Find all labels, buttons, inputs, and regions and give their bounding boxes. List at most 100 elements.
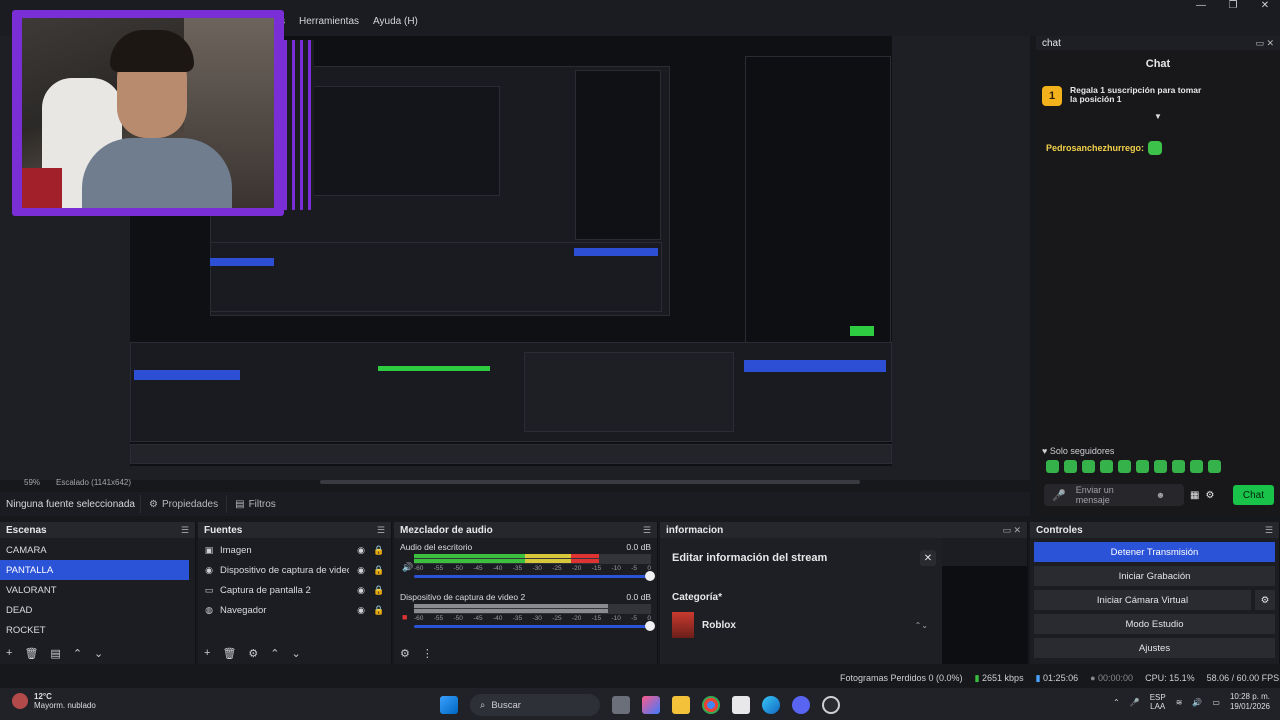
scene-item-camara[interactable]: CAMARA bbox=[0, 540, 195, 560]
virtual-camera-gear-icon[interactable]: ⚙ bbox=[1255, 590, 1275, 610]
more-options-icon[interactable]: ⋮ bbox=[422, 647, 433, 660]
move-down-icon[interactable]: ⌄ bbox=[94, 647, 103, 660]
stop-streaming-button[interactable]: Detener Transmisión bbox=[1034, 542, 1275, 562]
emote-icon[interactable] bbox=[1172, 460, 1185, 473]
muted-speaker-icon[interactable]: ■ bbox=[402, 612, 407, 622]
source-item-navegador[interactable]: ◍ Navegador ◉ 🔒 bbox=[198, 600, 391, 620]
start-virtual-camera-button[interactable]: Iniciar Cámara Virtual bbox=[1034, 590, 1251, 610]
dock-menu-icon[interactable]: ☰ bbox=[377, 525, 385, 536]
chevron-up-icon[interactable]: ⌃ bbox=[1113, 698, 1120, 707]
remove-scene-icon[interactable]: 🗑 bbox=[24, 647, 38, 660]
language-indicator[interactable]: ESP LAA bbox=[1150, 693, 1166, 711]
visibility-eye-icon[interactable]: ◉ bbox=[355, 545, 367, 556]
scene-item-rocket[interactable]: ROCKET bbox=[0, 620, 195, 640]
dock-controls-icon[interactable]: ▭ ✕ bbox=[1255, 38, 1274, 49]
emote-icon[interactable] bbox=[1118, 460, 1131, 473]
search-icon: ⌕ bbox=[480, 699, 486, 711]
emoji-icon[interactable]: ☻ bbox=[1156, 490, 1165, 500]
volume-slider[interactable] bbox=[414, 571, 655, 581]
preview-stop-button bbox=[744, 360, 886, 372]
scene-item-valorant[interactable]: VALORANT bbox=[0, 580, 195, 600]
add-source-icon[interactable]: + bbox=[204, 647, 210, 659]
chrome-icon[interactable] bbox=[702, 696, 720, 714]
source-item-capture-device[interactable]: ◉ Dispositivo de captura de video 2 ◉ 🔒 bbox=[198, 560, 391, 580]
close-window-button[interactable]: ✕ bbox=[1258, 0, 1272, 14]
volume-slider[interactable] bbox=[414, 621, 655, 631]
close-icon[interactable]: ✕ bbox=[920, 550, 936, 566]
visibility-eye-icon[interactable]: ◉ bbox=[355, 565, 367, 576]
dock-menu-icon[interactable]: ☰ bbox=[181, 525, 189, 536]
speaker-icon[interactable]: 🔊 bbox=[402, 562, 413, 573]
scene-filters-icon[interactable]: ▤ bbox=[50, 647, 60, 660]
dock-menu-icon[interactable]: ☰ bbox=[643, 525, 651, 536]
slider-knob[interactable] bbox=[645, 621, 655, 631]
file-explorer-icon[interactable] bbox=[672, 696, 690, 714]
lock-icon[interactable]: 🔒 bbox=[373, 585, 385, 596]
chat-message-input[interactable]: 🎤 Enviar un mensaje ☻ bbox=[1044, 484, 1184, 506]
move-down-icon[interactable]: ⌄ bbox=[292, 647, 301, 660]
weather-widget[interactable]: 12°C Mayorm. nublado bbox=[12, 692, 96, 710]
mixer-settings-icon[interactable]: ⚙ bbox=[400, 647, 410, 660]
copilot-icon[interactable] bbox=[642, 696, 660, 714]
battery-icon[interactable]: ▭ bbox=[1212, 698, 1220, 707]
chat-username[interactable]: Pedrosanchezhurrego: bbox=[1046, 143, 1144, 153]
menu-item-herramientas[interactable]: Herramientas bbox=[299, 16, 359, 32]
microphone-icon[interactable]: 🎤 bbox=[1130, 698, 1140, 707]
chat-send-button[interactable]: Chat bbox=[1232, 485, 1274, 505]
add-scene-icon[interactable]: + bbox=[6, 647, 12, 659]
emote-icon[interactable] bbox=[1208, 460, 1221, 473]
edge-icon[interactable] bbox=[762, 696, 780, 714]
emote-icon[interactable] bbox=[1154, 460, 1167, 473]
volume-icon[interactable]: 🔊 bbox=[1192, 698, 1202, 707]
taskbar-search[interactable]: ⌕ Buscar bbox=[470, 694, 600, 716]
lock-icon[interactable]: 🔒 bbox=[373, 545, 385, 556]
emote-icon[interactable] bbox=[1082, 460, 1095, 473]
minimize-button[interactable]: — bbox=[1194, 0, 1208, 14]
scene-item-pantalla[interactable]: PANTALLA bbox=[0, 560, 189, 580]
store-icon[interactable] bbox=[732, 696, 750, 714]
remove-source-icon[interactable]: 🗑 bbox=[222, 647, 236, 660]
maximize-button[interactable]: ❐ bbox=[1226, 0, 1240, 14]
wifi-icon[interactable]: ≋ bbox=[1176, 698, 1183, 707]
emote-icon[interactable] bbox=[1190, 460, 1203, 473]
emote-icon[interactable] bbox=[1046, 460, 1059, 473]
preview-meter bbox=[378, 366, 490, 371]
obs-icon[interactable] bbox=[822, 696, 840, 714]
microphone-icon[interactable]: 🎤 bbox=[1052, 489, 1066, 502]
visibility-eye-icon[interactable]: ◉ bbox=[355, 585, 367, 596]
discord-icon[interactable] bbox=[792, 696, 810, 714]
source-item-display-capture[interactable]: ▭ Captura de pantalla 2 ◉ 🔒 bbox=[198, 580, 391, 600]
mini-chat-send bbox=[850, 326, 874, 336]
source-item-imagen[interactable]: ▣ Imagen ◉ 🔒 bbox=[198, 540, 391, 560]
visibility-eye-icon[interactable]: ◉ bbox=[355, 605, 367, 616]
lock-icon[interactable]: 🔒 bbox=[373, 565, 385, 576]
studio-mode-button[interactable]: Modo Estudio bbox=[1034, 614, 1275, 634]
menu-item-ayuda[interactable]: Ayuda (H) bbox=[373, 16, 418, 32]
properties-button[interactable]: ⚙ Propiedades bbox=[140, 495, 226, 513]
emote-icon[interactable] bbox=[1136, 460, 1149, 473]
emote-icon[interactable] bbox=[1100, 460, 1113, 473]
dock-menu-icon[interactable]: ☰ bbox=[1265, 525, 1273, 536]
start-recording-button[interactable]: Iniciar Grabación bbox=[1034, 566, 1275, 586]
dock-controls-icon[interactable]: ▭ ✕ bbox=[1002, 525, 1021, 536]
move-up-icon[interactable]: ⌃ bbox=[270, 647, 279, 660]
slider-knob[interactable] bbox=[645, 571, 655, 581]
move-up-icon[interactable]: ⌃ bbox=[73, 647, 82, 660]
gift-sub-banner[interactable]: 1 Regala 1 suscripción para tomar la pos… bbox=[1042, 86, 1280, 106]
expand-icon[interactable]: ▼ bbox=[1036, 112, 1280, 121]
zoom-level[interactable]: 59% bbox=[24, 478, 40, 488]
emote-icon[interactable] bbox=[1064, 460, 1077, 473]
category-select[interactable]: Roblox ⌃⌄ bbox=[672, 610, 938, 640]
source-settings-icon[interactable]: ⚙ bbox=[248, 647, 258, 660]
meter-fill bbox=[414, 604, 609, 608]
scene-item-dead[interactable]: DEAD bbox=[0, 600, 195, 620]
chat-settings-gear-icon[interactable]: ⚙ bbox=[1205, 490, 1214, 501]
start-windows-icon[interactable] bbox=[440, 696, 458, 714]
filters-button[interactable]: ▤ Filtros bbox=[226, 495, 284, 513]
task-view-icon[interactable] bbox=[612, 696, 630, 714]
preview-scrollbar[interactable] bbox=[320, 480, 860, 484]
store-icon[interactable]: ▦ bbox=[1190, 490, 1199, 501]
lock-icon[interactable]: 🔒 bbox=[373, 605, 385, 616]
settings-button[interactable]: Ajustes bbox=[1034, 638, 1275, 658]
clock[interactable]: 10:28 p. m. 19/01/2026 bbox=[1230, 692, 1270, 712]
